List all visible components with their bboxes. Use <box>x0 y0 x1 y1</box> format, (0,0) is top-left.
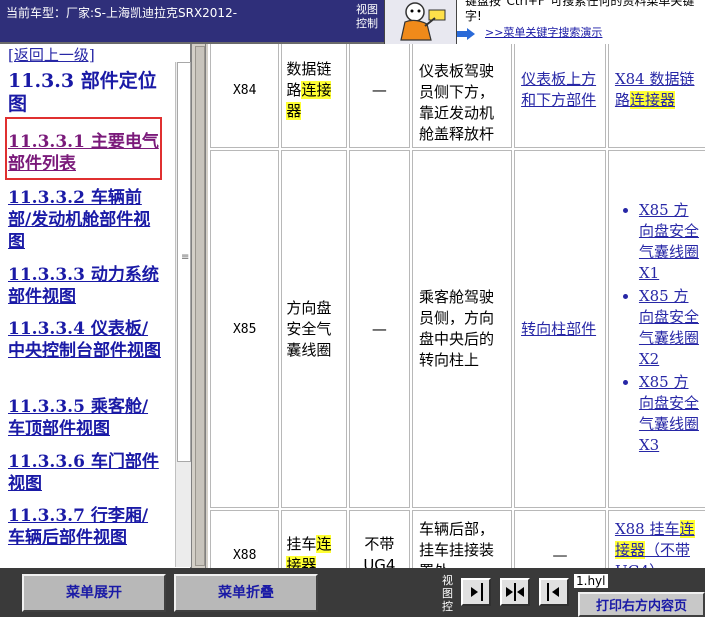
table-row: X88 挂车连接器 不带 UG4 车辆后部，挂车挂接装置处 — X88 挂车连接… <box>210 510 705 568</box>
component-view-cell: 仪表板上方和下方部件 <box>514 44 606 148</box>
component-view-link[interactable]: 转向柱部件 <box>521 320 596 338</box>
nav-item-dashboard-console-view[interactable]: 11.3.3.4 仪表板/中央控制台部件视图 <box>8 318 163 362</box>
component-location: 车辆后部，挂车挂接装置处 <box>412 510 513 568</box>
arrow-right-bar-icon <box>471 583 483 601</box>
connector-link[interactable]: X85 方向盘安全气囊线圈 X2 <box>639 287 699 368</box>
component-view-cell: — <box>514 510 606 568</box>
component-name: 方向盘安全气囊线圈 <box>281 150 347 508</box>
nav-item-trunk-rear-view[interactable]: 11.3.3.7 行李厢/车辆后部件视图 <box>8 505 163 549</box>
connector-link-cell: X84 数据链路连接器 <box>607 44 705 148</box>
connector-link[interactable]: X85 方向盘安全气囊线圈 X3 <box>639 373 699 454</box>
view-control-label: 视图控 <box>442 574 453 613</box>
table-row: X85 方向盘安全气囊线圈 — 乘客舱驾驶员侧，方向盘中央后的转向柱上 转向柱部… <box>210 150 705 508</box>
connector-link[interactable]: X84 数据链路连接器 <box>615 70 695 109</box>
expand-right-view-button[interactable] <box>461 578 491 606</box>
connector-link[interactable]: X88 挂车连接器（不带 UG4） <box>614 520 695 568</box>
top-bar: 当前车型：厂家:S-上海凯迪拉克SRX2012- 视图控制 键盘按"Ctrl+F… <box>0 0 705 44</box>
component-name: 挂车连接器 <box>281 510 347 568</box>
connector-link-cell: X85 方向盘安全气囊线圈 X1 X85 方向盘安全气囊线圈 X2 X85 方向… <box>607 150 705 508</box>
menu-collapse-button[interactable]: 菜单折叠 <box>174 574 318 612</box>
content-area: X84 数据链路连接器 — 仪表板驾驶员侧下方，靠近发动机舱盖释放杆 仪表板上方… <box>208 44 705 568</box>
back-link[interactable]: [返回上一级] <box>8 44 95 65</box>
connector-link-text: X88 挂车 <box>614 520 680 538</box>
arrow-left-bar-icon <box>547 583 559 601</box>
component-code: X84 <box>210 44 280 148</box>
component-name: 数据链路连接器 <box>281 44 347 148</box>
nav-item-door-view[interactable]: 11.3.3.6 车门部件视图 <box>8 451 163 495</box>
component-option: — <box>348 44 411 148</box>
nav-item-powertrain-view[interactable]: 11.3.3.3 动力系统部件视图 <box>8 264 163 308</box>
component-view-cell: 转向柱部件 <box>514 150 606 508</box>
nav-item-front-engine-view[interactable]: 11.3.3.2 车辆前部/发动机舱部件视图 <box>8 187 163 253</box>
connector-link-cell: X88 挂车连接器（不带 UG4） <box>607 510 705 568</box>
app-window: 当前车型：厂家:S-上海凯迪拉克SRX2012- 视图控制 键盘按"Ctrl+F… <box>0 0 705 617</box>
nav-item-main-electrical-list[interactable]: 11.3.3.1 主要电气部件列表 <box>8 131 163 175</box>
tip-box: 键盘按"Ctrl+F"可搜索任何的资料菜单关键字! >>菜单关键字搜索演示 <box>456 0 705 44</box>
view-control-label: 视图控制 <box>356 3 378 30</box>
connector-link[interactable]: X85 方向盘安全气囊线圈 X1 <box>639 201 699 282</box>
list-item: X85 方向盘安全气囊线圈 X3 <box>639 372 699 456</box>
component-table: X84 数据链路连接器 — 仪表板驾驶员侧下方，靠近发动机舱盖释放杆 仪表板上方… <box>208 44 705 568</box>
split-view-icon <box>506 583 524 601</box>
arrow-right-icon <box>457 28 475 40</box>
content-scrollbar[interactable] <box>194 44 206 568</box>
nav-scrollbar-thumb[interactable]: ≡ <box>177 62 191 462</box>
component-code: X85 <box>210 150 280 508</box>
content-frame: X84 数据链路连接器 — 仪表板驾驶员侧下方，靠近发动机舱盖释放杆 仪表板上方… <box>194 44 705 568</box>
search-tip-text: 键盘按"Ctrl+F"可搜索任何的资料菜单关键字! <box>465 0 695 23</box>
nav-scrollbar[interactable]: ≡ <box>175 62 191 567</box>
nav-item-cabin-roof-view[interactable]: 11.3.3.5 乘客舱/车顶部件视图 <box>8 396 163 440</box>
nav-panel: [返回上一级] 11.3.3 部件定位图 11.3.3.1 主要电气部件列表 1… <box>0 44 192 568</box>
component-name-text: 挂车 <box>286 535 317 553</box>
component-option: 不带 UG4 <box>348 510 411 568</box>
expand-left-view-button[interactable] <box>539 578 569 606</box>
component-option: — <box>348 150 411 508</box>
list-item: X85 方向盘安全气囊线圈 X1 <box>639 200 699 284</box>
mascot-image <box>384 0 456 44</box>
highlight-term: 连接器 <box>629 91 675 109</box>
file-name-label: 1.hyl <box>574 574 608 588</box>
content-scrollbar-thumb[interactable] <box>195 46 205 566</box>
bottom-bar: 菜单展开 菜单折叠 视图控 1.hyl 打印右方内容页 <box>0 568 705 617</box>
search-demo-link[interactable]: >>菜单关键字搜索演示 <box>485 24 602 40</box>
current-model-label: 当前车型：厂家:S-上海凯迪拉克SRX2012- <box>6 6 238 20</box>
menu-expand-button[interactable]: 菜单展开 <box>22 574 166 612</box>
component-view-link[interactable]: 仪表板上方和下方部件 <box>521 70 596 109</box>
component-code: X88 <box>210 510 280 568</box>
component-location: 乘客舱驾驶员侧，方向盘中央后的转向柱上 <box>412 150 513 508</box>
grip-icon: ≡ <box>181 252 190 263</box>
component-location: 仪表板驾驶员侧下方，靠近发动机舱盖释放杆 <box>412 44 513 148</box>
table-row: X84 数据链路连接器 — 仪表板驾驶员侧下方，靠近发动机舱盖释放杆 仪表板上方… <box>210 44 705 148</box>
split-view-button[interactable] <box>500 578 530 606</box>
connector-link-list: X85 方向盘安全气囊线圈 X1 X85 方向盘安全气囊线圈 X2 X85 方向… <box>615 200 699 456</box>
list-item: X85 方向盘安全气囊线圈 X2 <box>639 286 699 370</box>
print-content-button[interactable]: 打印右方内容页 <box>578 592 705 617</box>
section-title: 11.3.3 部件定位图 <box>8 70 157 115</box>
